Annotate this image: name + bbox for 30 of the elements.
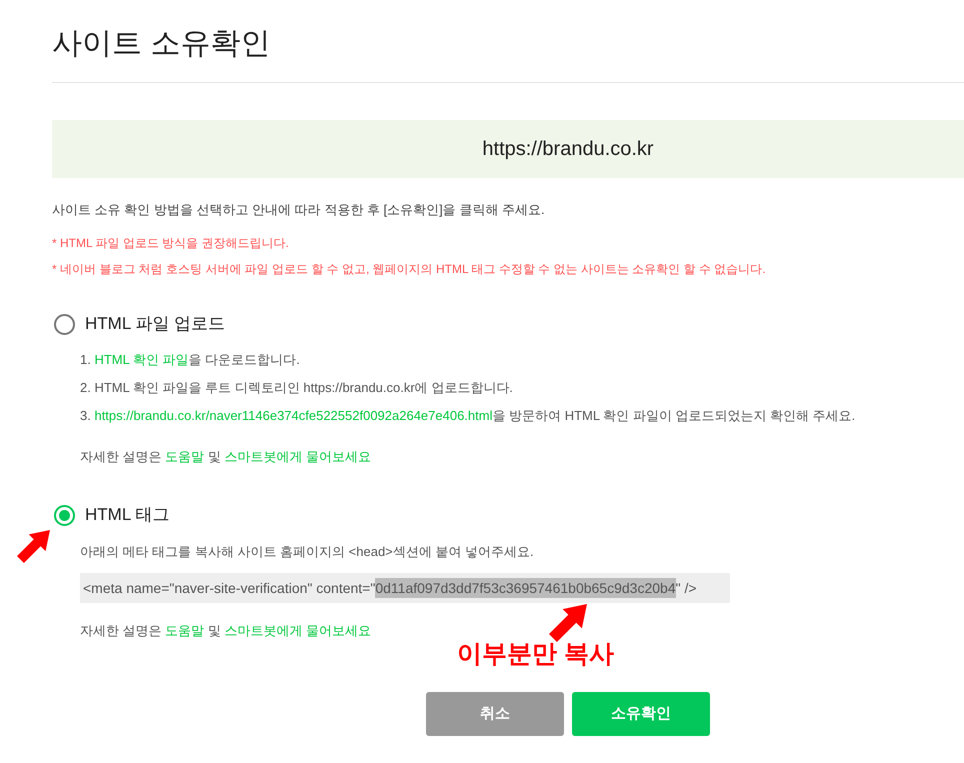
warning-note: * 네이버 블로그 처럼 호스팅 서버에 파일 업로드 할 수 없고, 웹페이지의 HTML 태그 수정할 수 없는 사이트는 소유확인 할 수 없습니다. <box>52 261 767 278</box>
meta-tag-field[interactable]: <meta name="naver-site-verification" content="0d11af097d3dd7f53c36957461b0b65c9d3c20b4" /> <box>80 573 730 603</box>
action-button[interactable]: 취소 <box>426 692 564 736</box>
radio-button[interactable] <box>54 504 75 526</box>
selected-text: 0d11af097d3dd7f53c36957461b0b65c9d3c20b4 <box>375 578 676 598</box>
step-text: 1. HTML 확인 파일을 다운로드합니다. <box>80 351 301 369</box>
radio-label: HTML 파일 업로드 <box>85 313 226 335</box>
warning-note: * HTML 파일 업로드 방식을 권장해드립니다. <box>52 235 290 252</box>
text-link[interactable]: HTML 확인 파일 <box>94 352 189 367</box>
code-text: <meta name="naver-site-verification" content=" <box>83 579 376 598</box>
help-text: 자세한 설명은 도움말 및 스마트봇에게 물어보세요 <box>80 622 372 640</box>
text-link[interactable]: 도움말 <box>165 449 204 464</box>
action-button[interactable]: 소유확인 <box>572 692 710 736</box>
arrow-icon <box>17 530 50 563</box>
radio-label: HTML 태그 <box>85 504 170 526</box>
code-text: " /> <box>676 579 697 598</box>
text-link[interactable]: 스마트봇에게 물어보세요 <box>224 623 372 638</box>
help-text: 자세한 설명은 도움말 및 스마트봇에게 물어보세요 <box>80 448 372 466</box>
text-link[interactable]: https://brandu.co.kr/naver1146e374cfe522552f0092a264e7e406.html <box>94 408 492 423</box>
text-link[interactable]: 스마트봇에게 물어보세요 <box>224 449 372 464</box>
step-text: 3. https://brandu.co.kr/naver1146e374cfe522552f0092a264e7e406.html을 방문하여 HTML 확인 파일이 업로드되었는지 확인해 주세요. <box>80 407 856 425</box>
site-url-banner: https://brandu.co.kr <box>52 120 964 178</box>
text-link[interactable]: 도움말 <box>165 623 204 638</box>
annotation-label: 이부분만 복사 <box>457 639 614 670</box>
radio-button[interactable] <box>54 314 75 334</box>
instruction-text: 아래의 메타 태그를 복사해 사이트 홈페이지의 <head>섹션에 붙여 넣어주세요. <box>80 543 535 561</box>
arrow-icon <box>547 604 589 642</box>
intro-text: 사이트 소유 확인 방법을 선택하고 안내에 따라 적용한 후 [소유확인]을 클릭해 주세요. <box>52 201 546 219</box>
step-text: 2. HTML 확인 파일을 루트 디렉토리인 https://brandu.co.kr에 업로드합니다. <box>80 379 514 397</box>
page-title: 사이트 소유확인 <box>52 26 272 62</box>
